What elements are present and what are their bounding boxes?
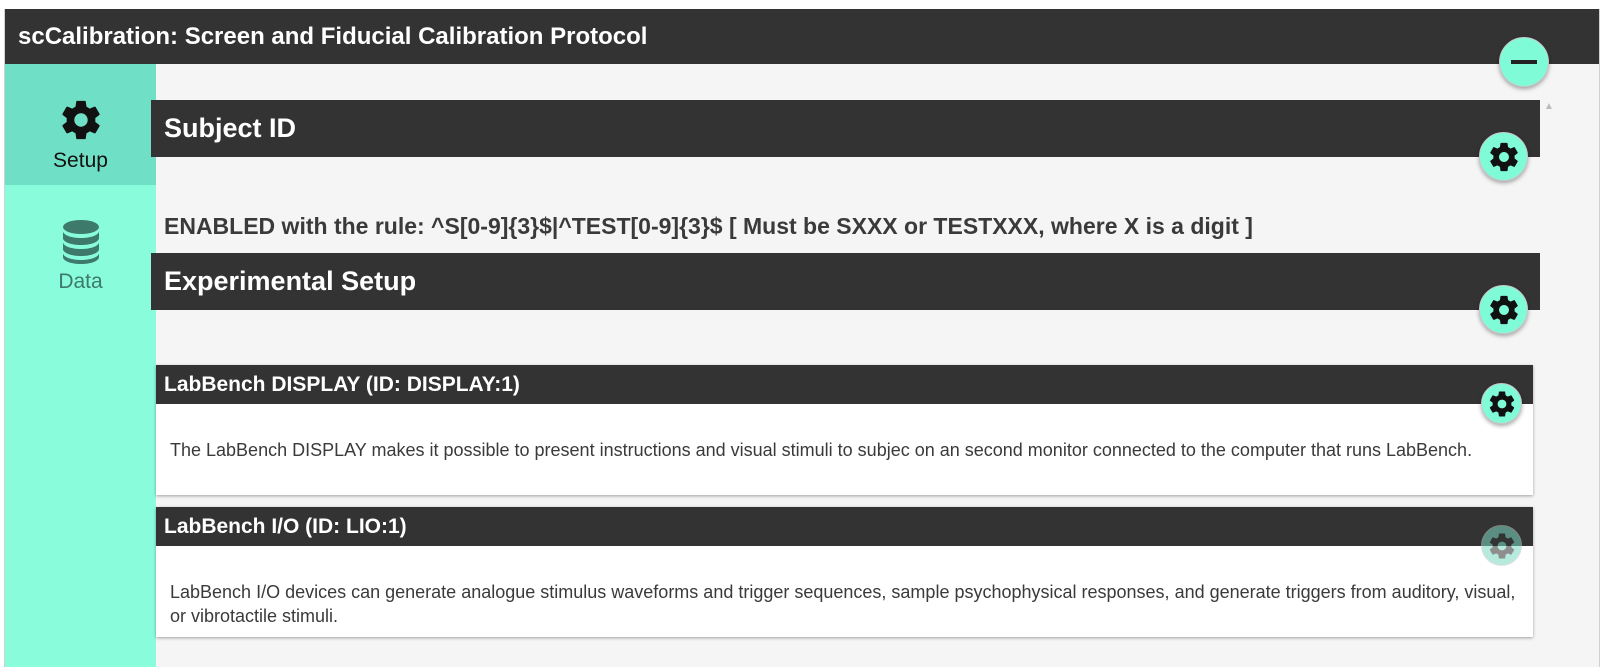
window-title: scCalibration: Screen and Fiducial Calib… bbox=[5, 9, 1599, 64]
experimental-setup-settings-button[interactable] bbox=[1479, 285, 1528, 334]
device-card-title: LabBench I/O (ID: LIO:1) bbox=[156, 507, 1533, 546]
database-icon bbox=[63, 220, 99, 264]
sidebar-item-setup[interactable]: Setup bbox=[5, 64, 156, 185]
device-card-display: LabBench DISPLAY (ID: DISPLAY:1) The Lab… bbox=[156, 365, 1533, 495]
sidebar-item-label: Setup bbox=[53, 149, 108, 172]
sidebar-item-label: Data bbox=[58, 270, 103, 293]
minus-icon bbox=[1511, 60, 1537, 64]
gear-icon bbox=[1487, 293, 1521, 327]
lio-device-settings-button[interactable] bbox=[1481, 525, 1522, 566]
gear-icon bbox=[1487, 389, 1517, 419]
section-experimental-setup-header: Experimental Setup bbox=[151, 253, 1540, 310]
sidebar-item-data[interactable]: Data bbox=[5, 185, 156, 306]
display-device-settings-button[interactable] bbox=[1481, 383, 1522, 424]
subject-id-rule: ENABLED with the rule: ^S[0-9]{3}$|^TEST… bbox=[164, 213, 1253, 239]
gear-icon bbox=[1487, 531, 1517, 561]
device-card-description: The LabBench DISPLAY makes it possible t… bbox=[170, 440, 1473, 460]
gear-icon bbox=[1487, 140, 1521, 174]
collapse-button[interactable] bbox=[1499, 37, 1549, 87]
device-card-description: LabBench I/O devices can generate analog… bbox=[170, 582, 1516, 626]
subject-id-settings-button[interactable] bbox=[1479, 132, 1528, 181]
scroll-up-arrow[interactable]: ▲ bbox=[1542, 100, 1556, 114]
section-subject-id-header: Subject ID bbox=[151, 100, 1540, 157]
device-card-lio: LabBench I/O (ID: LIO:1) LabBench I/O de… bbox=[156, 507, 1533, 637]
device-card-title: LabBench DISPLAY (ID: DISPLAY:1) bbox=[156, 365, 1533, 404]
sidebar: Setup Data bbox=[5, 64, 156, 667]
gear-icon bbox=[58, 97, 104, 143]
